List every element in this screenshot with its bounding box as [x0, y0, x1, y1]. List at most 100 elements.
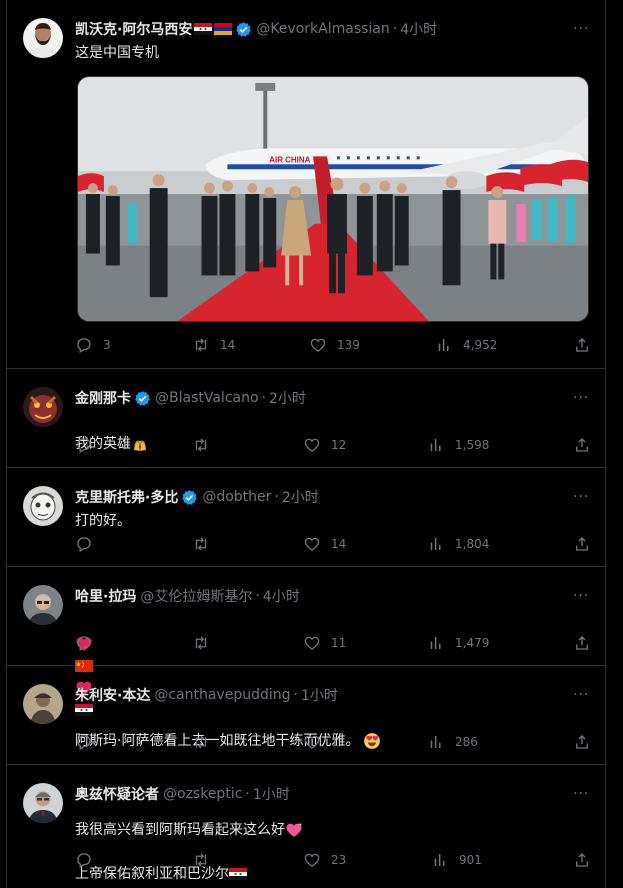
reply-button[interactable] — [75, 733, 93, 751]
view-count: 901 — [459, 853, 482, 867]
tweet[interactable]: 金刚那卡 @BlastValcano · 2小时 ··· 我的英雄 12 1,5… — [7, 369, 605, 468]
tweet-actions: 1 286 — [75, 733, 595, 755]
retweet-button[interactable] — [192, 634, 210, 652]
avatar[interactable] — [23, 486, 63, 526]
retweet-count: 14 — [220, 338, 236, 352]
tweet-text: 这是中国专机 — [75, 45, 159, 61]
handle[interactable]: @KevorkAlmassian — [256, 21, 389, 37]
handle[interactable]: @BlastValcano — [155, 390, 259, 406]
like-button[interactable]: 12 — [303, 436, 346, 454]
views-button[interactable]: 1,804 — [427, 535, 489, 553]
reply-button[interactable] — [75, 535, 93, 553]
avatar[interactable] — [23, 18, 63, 58]
retweet-button[interactable] — [192, 851, 210, 869]
handle[interactable]: @dobther — [202, 489, 271, 505]
tweet[interactable]: 哈里·拉玛 @艾伦拉姆斯基尔 · 4小时 ··· 11 1,479 — [7, 567, 605, 666]
views-button[interactable]: 1,598 — [427, 436, 489, 454]
more-options-icon[interactable]: ··· — [573, 389, 591, 407]
retweet-button[interactable] — [192, 535, 210, 553]
share-button[interactable] — [573, 336, 591, 354]
handle[interactable]: @canthavepudding — [154, 687, 290, 703]
avatar[interactable] — [23, 783, 63, 823]
like-button[interactable]: 14 — [303, 535, 346, 553]
separator-dot: · — [274, 489, 279, 505]
more-options-icon[interactable]: ··· — [573, 686, 591, 704]
view-count: 4,952 — [463, 338, 498, 352]
timestamp[interactable]: 2小时 — [269, 388, 306, 408]
views-button[interactable]: 901 — [431, 851, 482, 869]
retweet-button[interactable] — [192, 733, 210, 751]
views-button[interactable]: 1,479 — [427, 634, 489, 652]
timestamp[interactable]: 1小时 — [301, 685, 338, 705]
reply-button[interactable] — [75, 851, 93, 869]
reply-button[interactable] — [75, 436, 93, 454]
heart-icon — [303, 634, 321, 652]
separator-dot: · — [261, 390, 266, 406]
tweet[interactable]: 朱利安·本达 @canthavepudding · 1小时 ··· 阿斯玛·阿萨… — [7, 666, 605, 765]
timestamp[interactable]: 2小时 — [282, 487, 319, 507]
retweet-button[interactable] — [192, 436, 210, 454]
like-button[interactable]: 139 — [309, 336, 360, 354]
share-icon — [573, 436, 591, 454]
display-name[interactable]: 金刚那卡 — [75, 388, 131, 408]
separator-dot: · — [255, 588, 260, 604]
heart-icon — [303, 436, 321, 454]
like-count: 14 — [331, 537, 347, 551]
retweet-icon — [192, 851, 210, 869]
retweet-icon — [192, 336, 210, 354]
share-button[interactable] — [573, 634, 591, 652]
retweet-icon — [192, 535, 210, 553]
timestamp[interactable]: 4小时 — [263, 586, 300, 606]
avatar[interactable] — [23, 387, 63, 427]
more-options-icon[interactable]: ··· — [573, 785, 591, 803]
share-button[interactable] — [573, 436, 591, 454]
separator-dot: · — [293, 687, 298, 703]
views-icon — [431, 851, 449, 869]
display-name[interactable]: 哈里·拉玛 — [75, 586, 136, 606]
view-count: 286 — [455, 735, 478, 749]
tweet-header: 克里斯托弗·多比 @dobther · 2小时 — [75, 486, 565, 508]
retweet-button[interactable]: 14 — [192, 336, 235, 354]
handle[interactable]: @艾伦拉姆斯基尔 — [140, 586, 252, 606]
display-name[interactable]: 朱利安·本达 — [75, 685, 150, 705]
tweet-text: 打的好。 — [75, 513, 131, 529]
avatar[interactable] — [23, 585, 63, 625]
tweet-actions: 11 1,479 — [75, 634, 595, 656]
tweet-header: 金刚那卡 @BlastValcano · 2小时 — [75, 387, 565, 409]
tweet-actions: 12 1,598 — [75, 436, 595, 458]
reply-button[interactable] — [75, 634, 93, 652]
more-options-icon[interactable]: ··· — [573, 488, 591, 506]
more-options-icon[interactable]: ··· — [573, 587, 591, 605]
tweet[interactable]: 奥兹怀疑论者 @ozskeptic · 1小时 ··· 我很高兴看到阿斯玛看起来… — [7, 765, 605, 888]
display-name[interactable]: 克里斯托弗·多比 — [75, 487, 178, 507]
retweet-icon — [192, 733, 210, 751]
like-button[interactable]: 23 — [303, 851, 346, 869]
views-icon — [427, 634, 445, 652]
heart-icon — [303, 733, 321, 751]
timestamp[interactable]: 4小时 — [400, 19, 437, 39]
tweet-actions: 14 1,804 — [75, 535, 595, 557]
timeline: 凯沃克·阿尔马西安 @KevorkAlmassian · 4小时 ··· 这是中… — [6, 0, 606, 888]
tweet[interactable]: 克里斯托弗·多比 @dobther · 2小时 ··· 打的好。 14 1,80… — [7, 468, 605, 567]
tweet-text: 我很高兴看到阿斯玛看起来这么好 — [75, 822, 285, 838]
like-count: 12 — [331, 438, 347, 452]
retweet-icon — [192, 436, 210, 454]
view-count: 1,479 — [455, 636, 490, 650]
share-button[interactable] — [573, 851, 591, 869]
tweet-actions: 23 901 — [75, 851, 595, 873]
views-button[interactable]: 4,952 — [435, 336, 497, 354]
avatar[interactable] — [23, 684, 63, 724]
like-button[interactable]: 11 — [303, 634, 346, 652]
display-name[interactable]: 凯沃克·阿尔马西安 — [75, 19, 192, 39]
view-count: 1,804 — [455, 537, 490, 551]
like-button[interactable]: 1 — [303, 733, 339, 751]
reply-button[interactable]: 3 — [75, 336, 111, 354]
more-options-icon[interactable]: ··· — [573, 20, 591, 38]
tweet-photo[interactable]: AIR CHINA — [77, 76, 589, 322]
tweet[interactable]: 凯沃克·阿尔马西安 @KevorkAlmassian · 4小时 ··· 这是中… — [7, 0, 605, 369]
like-count: 23 — [331, 853, 347, 867]
verified-badge-icon — [134, 390, 151, 407]
views-button[interactable]: 286 — [427, 733, 478, 751]
share-button[interactable] — [573, 733, 591, 751]
share-button[interactable] — [573, 535, 591, 553]
